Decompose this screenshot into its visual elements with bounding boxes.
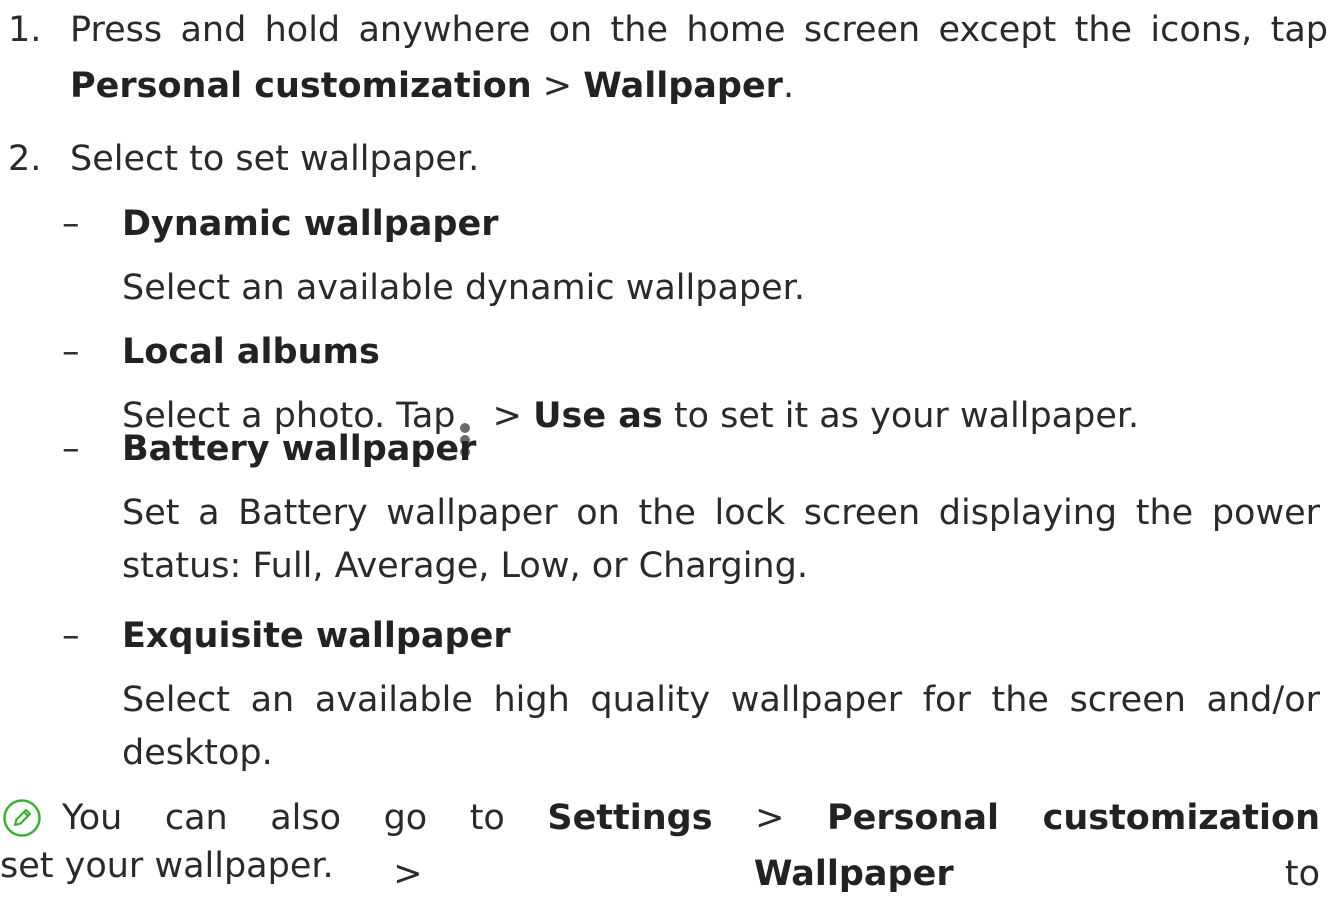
step-1-end: .: [782, 66, 795, 106]
bullet-dash: –: [62, 429, 80, 469]
path-separator: >: [712, 798, 827, 838]
option-exquisite-wallpaper: – Exquisite wallpaper Select an availabl…: [0, 608, 1320, 778]
settings-label: Settings: [547, 798, 713, 838]
option-description-line-1: Set a Battery wallpaper on the lock scre…: [122, 493, 1320, 533]
step-1-line-2: Personal customization > Wallpaper.: [70, 58, 1328, 114]
personal-customization-label: Personal customization: [70, 66, 532, 106]
step-1-number: 1.: [8, 10, 42, 50]
option-title: Exquisite wallpaper: [122, 616, 511, 656]
bullet-dash: –: [62, 616, 80, 656]
step-1: 1. Press and hold anywhere on the home s…: [8, 2, 1328, 114]
option-title: Battery wallpaper: [122, 429, 477, 469]
option-description-line-2: desktop.: [122, 733, 273, 773]
option-dynamic-wallpaper: – Dynamic wallpaper Select an available …: [0, 196, 1320, 316]
option-title: Local albums: [122, 332, 380, 372]
bullet-dash: –: [62, 332, 80, 372]
wallpaper-label: Wallpaper: [583, 66, 783, 106]
option-title: Dynamic wallpaper: [122, 204, 499, 244]
note-line-2: set your wallpaper.: [0, 846, 334, 886]
option-battery-wallpaper: – Battery wallpaper Set a Battery wallpa…: [0, 421, 1320, 586]
step-2-number: 2.: [8, 139, 42, 179]
path-separator: >: [531, 66, 584, 106]
option-description-line-1: Select an available high quality wallpap…: [122, 680, 1320, 720]
bullet-dash: –: [62, 204, 80, 244]
note-text-a: You can also go to: [62, 798, 548, 838]
step-2: 2. Select to set wallpaper.: [8, 131, 1320, 187]
step-2-text: Select to set wallpaper.: [70, 139, 480, 179]
option-description-line-2: status: Full, Average, Low, or Charging.: [122, 546, 808, 586]
option-description: Select an available dynamic wallpaper.: [122, 268, 805, 308]
personal-customization-label: Personal customization: [826, 798, 1320, 838]
step-1-line-1: Press and hold anywhere on the home scre…: [70, 10, 1328, 50]
